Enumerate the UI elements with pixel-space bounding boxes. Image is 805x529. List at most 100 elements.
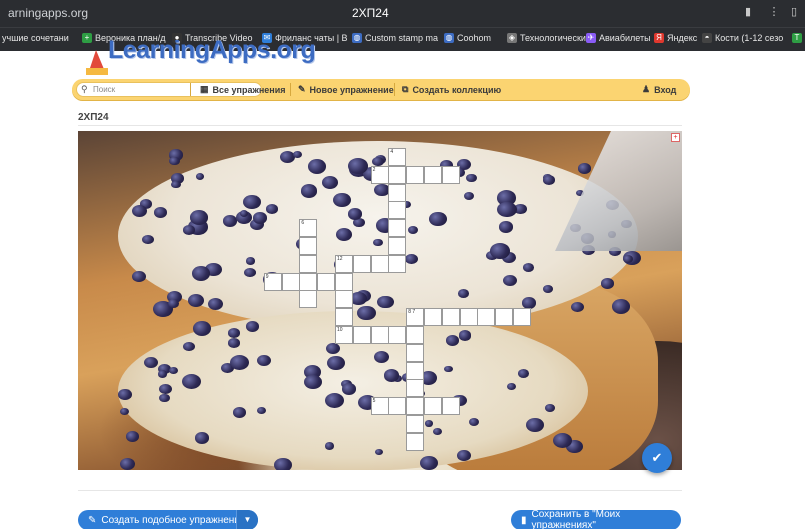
bookmark-item[interactable]: ◍ Coohom <box>444 33 491 43</box>
blueberry-shape <box>544 404 555 413</box>
crossword-cell[interactable] <box>424 397 442 416</box>
crossword-cell[interactable] <box>370 326 389 344</box>
fullscreen-icon[interactable]: + <box>671 133 680 142</box>
crossword-cell[interactable] <box>388 183 407 202</box>
blueberry-shape <box>578 163 591 174</box>
bookmark-item[interactable]: ✈ Авиабилеты <box>586 33 651 43</box>
grid-icon: ▦ <box>200 84 209 94</box>
crossword-cell[interactable] <box>299 237 318 255</box>
blueberry-shape <box>191 266 210 281</box>
bookmark-item[interactable]: ◓ Кости (1-12 сезо <box>702 33 783 43</box>
blueberry-shape <box>506 382 516 390</box>
bookmark-star-icon[interactable]: ▮ <box>740 4 756 20</box>
save-to-my-label: Сохранить в "Моих упражнениях" <box>531 509 621 529</box>
crossword-cell[interactable]: 6 <box>299 219 318 238</box>
crossword-cell[interactable] <box>388 219 407 238</box>
crossword-cell[interactable] <box>352 254 371 273</box>
crossword-cell[interactable] <box>406 165 425 184</box>
blueberry-shape <box>243 194 261 209</box>
crossword-cell[interactable] <box>335 272 353 291</box>
create-collection-link[interactable]: ⧉ Создать коллекцию <box>402 84 501 95</box>
blueberry-shape <box>118 389 132 400</box>
crossword-cell[interactable]: 9 <box>263 272 282 291</box>
search-placeholder: Поиск <box>93 85 116 94</box>
bookmark-label: Технологические <box>520 33 591 43</box>
login-link[interactable]: ♟ Вход <box>642 84 676 95</box>
crossword-cell[interactable] <box>513 308 531 327</box>
crossword-cell[interactable]: 4 <box>388 148 407 166</box>
crossword-cell[interactable] <box>388 165 407 184</box>
crossword-cell[interactable] <box>388 237 407 255</box>
address-bar[interactable]: arningapps.org <box>8 6 88 20</box>
crossword-cell[interactable] <box>281 272 300 291</box>
create-similar-button[interactable]: ✎ Создать подобное упражнение <box>78 510 258 529</box>
divider <box>78 125 682 126</box>
blueberry-shape <box>167 298 179 308</box>
blueberry-shape <box>189 210 208 225</box>
crossword-cell[interactable] <box>459 308 478 327</box>
check-answers-button[interactable]: ✔ <box>642 443 672 473</box>
crossword-cell[interactable]: 8 7 <box>406 308 425 327</box>
crossword-cell[interactable] <box>406 343 425 362</box>
crossword-cell[interactable] <box>352 326 371 344</box>
extension-icon[interactable]: ▯ <box>786 4 802 20</box>
crossword-cell[interactable] <box>388 397 407 416</box>
crossword-cell[interactable] <box>424 165 442 184</box>
crossword-cell[interactable] <box>406 432 425 451</box>
crossword-cell[interactable] <box>406 326 425 344</box>
crossword-cell[interactable]: 5 <box>370 397 389 416</box>
crossword-cell[interactable] <box>299 254 318 273</box>
bookmark-item[interactable]: ◍ Custom stamp ma <box>352 33 438 43</box>
tab-title[interactable]: 2ХП24 <box>352 6 389 20</box>
crossword-cell[interactable]: 2 <box>370 165 389 184</box>
crossword-cell[interactable] <box>441 308 460 327</box>
bookmark-label: Яндекс <box>667 33 698 43</box>
crossword-cell[interactable] <box>441 165 460 184</box>
blueberry-shape <box>521 296 537 309</box>
crossword-cell[interactable] <box>388 326 407 344</box>
blueberry-shape <box>307 158 327 174</box>
blueberry-shape <box>444 365 453 373</box>
blueberry-shape <box>196 173 205 180</box>
crossword-cell[interactable]: 12 <box>335 254 353 273</box>
create-similar-dropdown-button[interactable]: ▼ <box>236 510 258 529</box>
collection-icon: ⧉ <box>402 84 409 94</box>
blueberry-shape <box>239 210 248 218</box>
crossword-cell[interactable] <box>388 254 407 273</box>
crossword-cell[interactable] <box>406 415 425 433</box>
crossword-cell[interactable] <box>424 308 442 327</box>
crossword-cell[interactable] <box>299 290 318 309</box>
new-exercise-link[interactable]: ✎ Новое упражнение <box>298 84 394 95</box>
crossword-cell[interactable]: 10 <box>335 326 353 344</box>
crossword-cell[interactable] <box>406 361 425 380</box>
blueberry-shape <box>517 369 529 378</box>
nav-divider <box>290 83 291 96</box>
crossword-cell[interactable] <box>299 272 318 291</box>
blueberry-shape <box>245 321 260 332</box>
blueberry-shape <box>419 455 439 470</box>
bookmark-item[interactable]: Я Яндекс <box>654 33 697 43</box>
crossword-cell[interactable] <box>335 308 353 327</box>
site-logo[interactable]: LearningApps.org <box>108 36 316 65</box>
crossword-cell[interactable] <box>317 272 336 291</box>
all-exercises-link[interactable]: ▦ Все упражнения <box>200 84 286 95</box>
menu-dots-icon[interactable]: ⋮ <box>766 4 782 20</box>
crossword-cell[interactable] <box>335 290 353 309</box>
crossword-cell[interactable] <box>406 397 425 416</box>
crossword-clue-number: 4 <box>390 149 394 155</box>
plus-icon: + <box>82 33 92 43</box>
crossword-cell[interactable] <box>477 308 496 327</box>
blueberry-shape <box>458 330 472 341</box>
bookmark-item[interactable]: TTi <box>792 33 805 43</box>
crossword-cell[interactable] <box>388 201 407 220</box>
crossword-cell[interactable] <box>441 397 460 416</box>
blueberry-shape <box>326 342 340 354</box>
bookmark-item[interactable]: учшие сочетани <box>2 33 69 43</box>
crossword-cell[interactable] <box>370 254 389 273</box>
crossword-cell[interactable] <box>406 379 425 398</box>
bookmark-item[interactable]: ◈ Технологические <box>507 33 591 43</box>
save-to-my-exercises-button[interactable]: ▮ Сохранить в "Моих упражнениях" <box>511 509 681 529</box>
learningapps-logo-icon <box>86 50 108 75</box>
crossword-cell[interactable] <box>495 308 514 327</box>
new-exercise-label: Новое упражнение <box>309 84 394 95</box>
